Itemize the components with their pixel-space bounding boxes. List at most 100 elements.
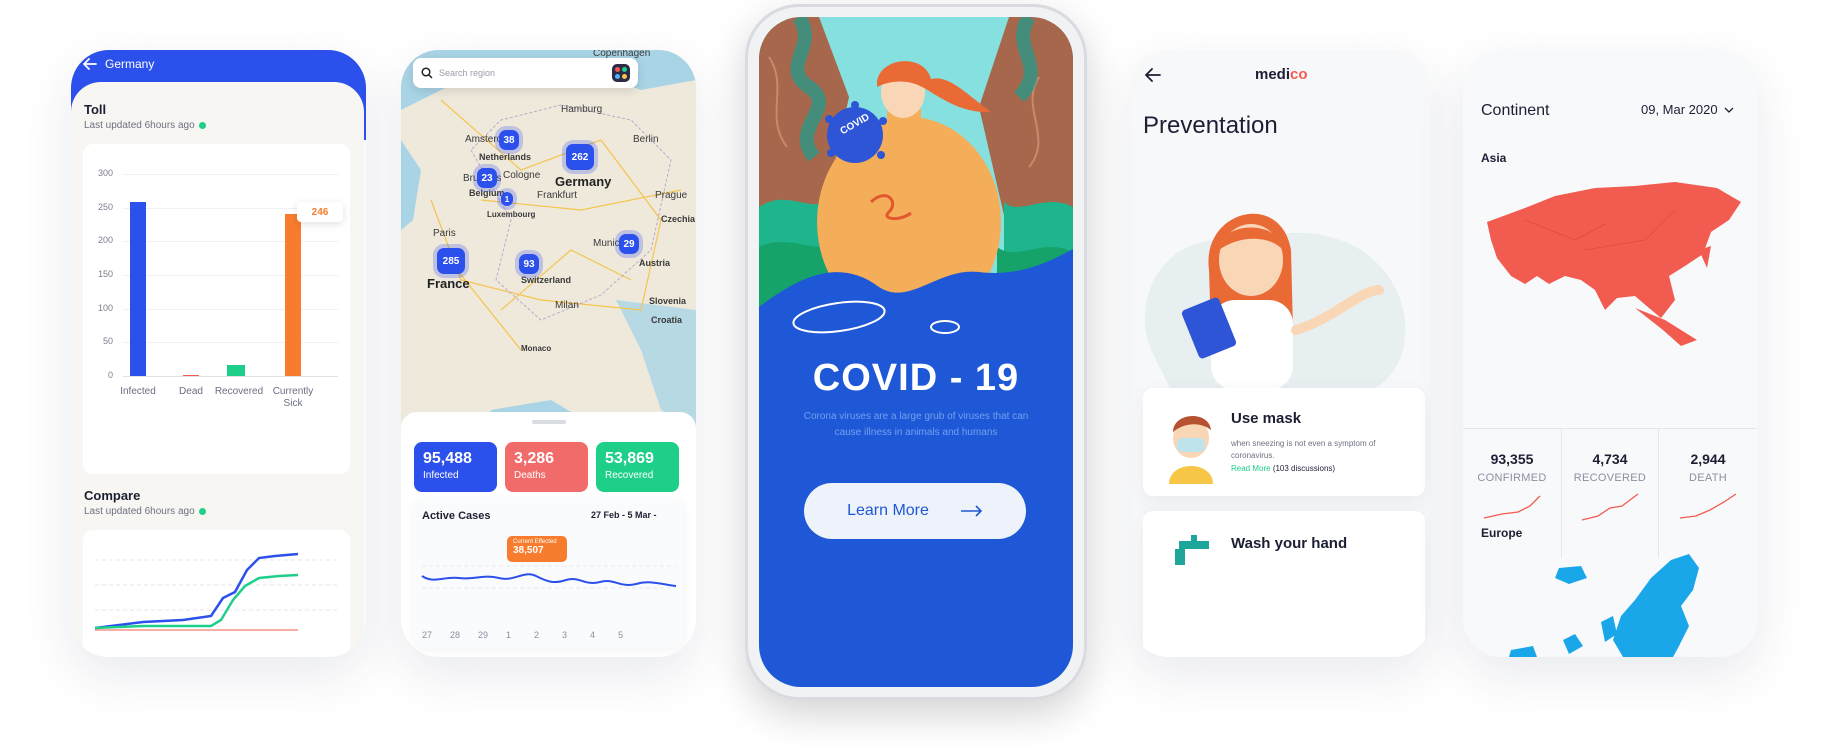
splash-description: Corona viruses are a large grub of virus… — [803, 411, 1029, 438]
arrow-right-icon — [960, 505, 983, 517]
case-cluster[interactable]: 93 — [519, 254, 539, 274]
continent-screen: Continent 09, Mar 2020 Asia 93,355 CONFI… — [1463, 50, 1758, 657]
compare-line-chart — [83, 530, 350, 657]
search-icon — [421, 67, 433, 79]
case-cluster[interactable]: 38 — [499, 130, 519, 150]
y-tick-label: 250 — [97, 201, 113, 212]
phone-mockup: COVID COVID - 19 Corona viruses are a la… — [745, 4, 1087, 700]
compare-updated: Last updated 6hours ago — [84, 506, 195, 517]
case-cluster[interactable]: 285 — [437, 248, 465, 274]
tip-body: when sneezing is not even a symptom of c… — [1231, 439, 1376, 460]
x-tick-label: 29 — [478, 630, 489, 640]
date-picker[interactable]: 09, Mar 2020 — [1641, 102, 1734, 117]
germany-stats-screen: Germany Toll Last updated 6hours ago 300… — [71, 50, 366, 657]
city-label: Belgium — [469, 188, 505, 198]
date-range[interactable]: 27 Feb - 5 Mar - — [591, 510, 657, 520]
deaths-stat: 3,286 Deaths — [505, 442, 588, 492]
case-cluster[interactable]: 262 — [566, 144, 594, 170]
bar-label: Currently Sick — [272, 386, 314, 409]
prevention-screen: medico Preventation Use mask when sneezi… — [1131, 50, 1431, 657]
city-label: Germany — [555, 174, 612, 189]
covid-splash-screen: COVID COVID - 19 Corona viruses are a la… — [759, 17, 1073, 687]
back-arrow-icon[interactable] — [1145, 68, 1161, 82]
region-label: Asia — [1481, 151, 1507, 165]
y-tick-label: 0 — [107, 370, 113, 380]
discussion-count: (103 discussions) — [1272, 464, 1336, 473]
city-label: Frankfurt — [537, 190, 578, 201]
showcase: Germany Toll Last updated 6hours ago 300… — [0, 0, 1822, 746]
tip-title: Wash your hand — [1231, 535, 1348, 552]
y-tick-label: 300 — [97, 168, 113, 178]
city-label: Copenhagen — [593, 50, 651, 59]
brand-part: medi — [1255, 66, 1291, 83]
city-label: Slovenia — [649, 296, 687, 306]
city-label: Netherlands — [479, 152, 532, 162]
gridline — [123, 174, 338, 175]
city-label: France — [427, 276, 470, 291]
toll-updated-row: Last updated 6hours ago — [84, 120, 206, 131]
recovered-kpi: 4,734 RECOVERED — [1561, 428, 1659, 558]
map-background — [401, 50, 696, 430]
active-cases-card: Active Cases 27 Feb - 5 Mar - Current Ef… — [414, 498, 684, 648]
read-more-link[interactable]: Read More — [1231, 464, 1271, 473]
stat-value: 3,286 — [514, 450, 555, 467]
doctor-illustration — [1144, 213, 1406, 390]
region-label: Europe — [1481, 526, 1523, 540]
learn-more-label: Learn More — [847, 502, 929, 519]
chevron-down-icon — [1724, 107, 1734, 113]
active-cases-title: Active Cases — [422, 510, 491, 522]
tip-card[interactable]: Wash your hand — [1143, 511, 1425, 657]
kpi-sparkline — [1483, 495, 1541, 519]
kpi-label: CONFIRMED — [1477, 472, 1547, 484]
city-label: Austria — [639, 258, 671, 268]
y-tick-label: 50 — [102, 336, 113, 347]
recovered-line — [94, 573, 299, 630]
apps-icon[interactable] — [612, 64, 630, 82]
learn-more-button[interactable]: Learn More — [804, 483, 1026, 539]
x-tick-label: 27 — [422, 630, 433, 640]
city-label: Prague — [655, 190, 688, 201]
x-tick-label: 28 — [450, 630, 461, 640]
brand-accent: co — [1290, 66, 1308, 83]
region-map[interactable]: Search region Copenhagen Hamburg Amsterd… — [401, 50, 696, 430]
page-title: Continent — [1481, 102, 1550, 119]
bar-label: Infected — [120, 386, 156, 397]
bottom-sheet: 95,488 Infected 3,286 Deaths 53,869 Reco… — [401, 412, 696, 657]
y-tick-label: 100 — [97, 302, 113, 313]
city-label: Switzerland — [521, 275, 572, 285]
sheet-handle[interactable] — [532, 420, 566, 424]
back-nav[interactable]: Germany — [83, 57, 154, 71]
case-cluster[interactable]: 23 — [477, 168, 497, 188]
city-label: Hamburg — [561, 104, 603, 115]
bar[interactable] — [183, 375, 199, 376]
kpi-label: RECOVERED — [1573, 472, 1647, 484]
bar-callout: 246 — [297, 202, 343, 222]
tip-card[interactable]: Use mask when sneezing is not even a sym… — [1143, 388, 1425, 496]
bar[interactable] — [285, 213, 301, 376]
stat-label: Recovered — [605, 470, 654, 481]
toll-bar-chart: 300 250 200 150 100 50 0 Infected Dead Recovered… — [83, 144, 350, 474]
bar[interactable] — [227, 365, 245, 376]
bar[interactable] — [130, 202, 146, 376]
case-cluster[interactable]: 1 — [501, 192, 513, 206]
kpi-label: DEATH — [1689, 472, 1727, 484]
europe-map[interactable] — [1503, 550, 1723, 657]
gridline — [123, 376, 338, 377]
verified-icon — [198, 508, 206, 515]
asia-map[interactable] — [1485, 180, 1745, 350]
compare-updated-row: Last updated 6hours ago — [84, 506, 206, 517]
tip-footer: Read More (103 discussions) — [1231, 464, 1335, 473]
gridline — [123, 342, 338, 344]
case-cluster[interactable]: 29 — [619, 234, 639, 254]
verified-icon — [198, 122, 206, 129]
toll-title: Toll — [84, 102, 107, 117]
brand-logo: medico — [1255, 66, 1308, 83]
tooltip-value: 38,507 — [513, 545, 544, 556]
compare-lines — [94, 552, 338, 631]
city-label: Paris — [433, 228, 456, 239]
stat-label: Infected — [423, 470, 459, 481]
search-input[interactable]: Search region — [413, 58, 638, 88]
compare-title: Compare — [84, 488, 141, 503]
bar-label: Recovered — [214, 386, 264, 397]
city-label: Croatia — [651, 315, 683, 325]
